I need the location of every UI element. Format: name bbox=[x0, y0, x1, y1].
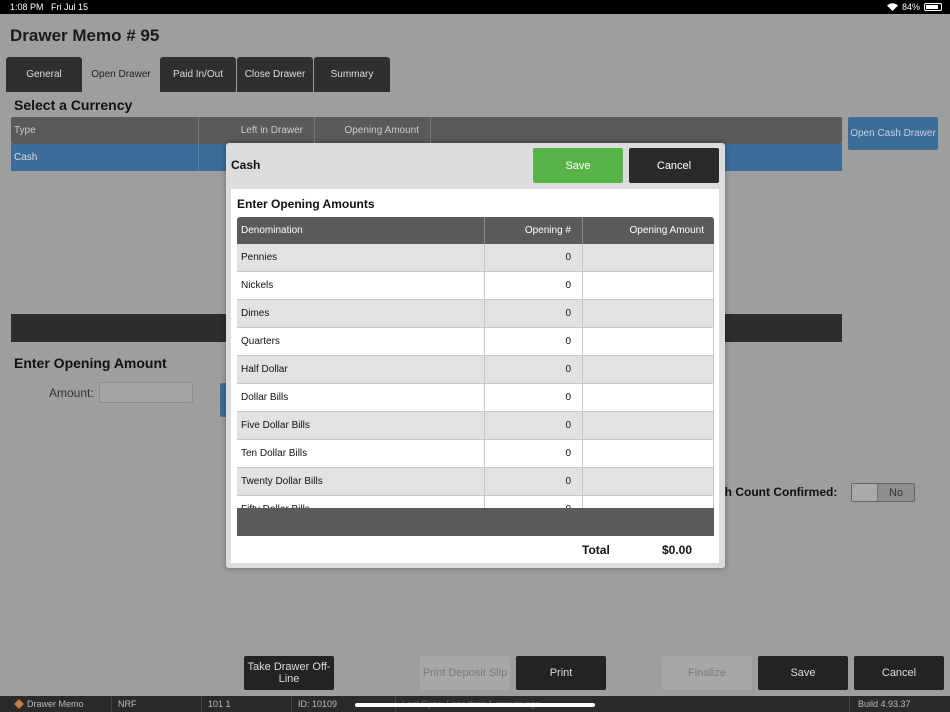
table-row[interactable]: Fifty Dollar Bills0 bbox=[237, 496, 714, 508]
amount-cell[interactable] bbox=[583, 440, 714, 467]
status-bar: 1:08 PM Fri Jul 15 84% bbox=[0, 0, 950, 14]
tab-bar: General Open Drawer Paid In/Out Close Dr… bbox=[6, 57, 390, 92]
currency-type-cell: Cash bbox=[11, 144, 199, 171]
take-drawer-offline-button[interactable]: Take Drawer Off-Line bbox=[244, 656, 334, 690]
denomination-cell: Fifty Dollar Bills bbox=[237, 496, 485, 508]
app-logo-icon bbox=[14, 699, 24, 709]
cash-count-toggle[interactable]: No bbox=[851, 483, 915, 502]
footer-build: Build 4.93.37 bbox=[858, 699, 911, 709]
denomination-cell: Quarters bbox=[237, 328, 485, 355]
denomination-table-footer bbox=[237, 508, 714, 536]
toggle-label: No bbox=[888, 486, 904, 499]
amount-cell[interactable] bbox=[583, 244, 714, 271]
modal-title: Cash bbox=[231, 158, 261, 172]
footer-app: Drawer Memo bbox=[8, 696, 112, 712]
denomination-table: Denomination Opening # Opening Amount Pe… bbox=[237, 217, 714, 536]
count-cell[interactable]: 0 bbox=[485, 328, 583, 355]
denomination-cell: Dollar Bills bbox=[237, 384, 485, 411]
table-row[interactable]: Pennies 0 bbox=[237, 244, 714, 272]
denomination-cell: Twenty Dollar Bills bbox=[237, 468, 485, 495]
modal-save-button[interactable]: Save bbox=[533, 148, 623, 183]
count-cell[interactable]: 0 bbox=[485, 440, 583, 467]
denomination-cell: Ten Dollar Bills bbox=[237, 440, 485, 467]
amount-input[interactable] bbox=[99, 382, 193, 403]
footer-app-label: Drawer Memo bbox=[27, 699, 84, 709]
denomination-cell: Dimes bbox=[237, 300, 485, 327]
wifi-icon bbox=[886, 3, 898, 11]
table-row[interactable]: Nickels 0 bbox=[237, 272, 714, 300]
table-row[interactable]: Quarters 0 bbox=[237, 328, 714, 356]
count-cell[interactable]: 0 bbox=[485, 384, 583, 411]
cancel-button[interactable]: Cancel bbox=[854, 656, 944, 690]
cash-modal: Cash Save Cancel Enter Opening Amounts D… bbox=[226, 143, 725, 568]
denomination-table-body[interactable]: Pennies 0 Nickels 0 Dimes 0 Quarters 0 Half … bbox=[237, 244, 714, 508]
table-row[interactable]: Twenty Dollar Bills 0 bbox=[237, 468, 714, 496]
save-button[interactable]: Save bbox=[758, 656, 848, 690]
column-header-opening-count: Opening # bbox=[485, 217, 583, 244]
currency-table-header: Type Left in Drawer Opening Amount bbox=[11, 117, 842, 144]
tab-summary[interactable]: Summary bbox=[314, 57, 390, 92]
amount-cell[interactable] bbox=[583, 328, 714, 355]
footer-store: NRF bbox=[112, 696, 202, 712]
opening-amount-title: Enter Opening Amount bbox=[14, 355, 167, 371]
column-header-modal-opening-amount: Opening Amount bbox=[629, 225, 705, 236]
amount-cell[interactable] bbox=[583, 272, 714, 299]
currency-section-title: Select a Currency bbox=[14, 97, 133, 113]
total-value: $0.00 bbox=[662, 543, 693, 557]
print-deposit-slip-button[interactable]: Print Deposit Slip bbox=[420, 656, 510, 690]
column-header-left-in-drawer: Left in Drawer bbox=[199, 117, 315, 144]
column-header-denomination: Denomination bbox=[237, 217, 485, 244]
count-cell[interactable]: 0 bbox=[485, 468, 583, 495]
denomination-cell: Half Dollar bbox=[237, 356, 485, 383]
count-cell[interactable]: 0 bbox=[485, 412, 583, 439]
count-cell[interactable]: 0 bbox=[485, 244, 583, 271]
count-cell[interactable]: 0 bbox=[485, 496, 583, 508]
status-time: 1:08 PM Fri Jul 15 bbox=[10, 2, 89, 12]
table-row[interactable]: Ten Dollar Bills 0 bbox=[237, 440, 714, 468]
tab-close-drawer[interactable]: Close Drawer bbox=[237, 57, 313, 92]
column-header-opening-amount: Opening Amount bbox=[315, 117, 431, 144]
amount-cell[interactable] bbox=[583, 468, 714, 495]
battery-percent: 84% bbox=[901, 2, 920, 12]
status-right: 84% bbox=[886, 2, 920, 12]
battery-icon bbox=[924, 3, 942, 11]
count-cell[interactable]: 0 bbox=[485, 272, 583, 299]
modal-body: Enter Opening Amounts Denomination Openi… bbox=[231, 189, 719, 563]
finalize-button[interactable]: Finalize bbox=[662, 656, 752, 690]
open-cash-drawer-button[interactable]: Open Cash Drawer bbox=[848, 117, 938, 150]
column-header-filler bbox=[431, 117, 842, 144]
denomination-table-header: Denomination Opening # Opening Amount bbox=[237, 217, 714, 244]
page-title: Drawer Memo # 95 bbox=[10, 26, 160, 45]
column-header-type: Type bbox=[11, 117, 199, 144]
table-row[interactable]: Dimes 0 bbox=[237, 300, 714, 328]
tab-paid-in-out[interactable]: Paid In/Out bbox=[160, 57, 236, 92]
table-row[interactable]: Half Dollar 0 bbox=[237, 356, 714, 384]
tab-general[interactable]: General bbox=[6, 57, 82, 92]
total-label: Total bbox=[582, 543, 610, 557]
count-cell[interactable]: 0 bbox=[485, 300, 583, 327]
amount-cell[interactable] bbox=[583, 412, 714, 439]
table-row[interactable]: Five Dollar Bills 0 bbox=[237, 412, 714, 440]
toggle-knob bbox=[852, 484, 878, 501]
modal-cancel-button[interactable]: Cancel bbox=[629, 148, 719, 183]
modal-subtitle: Enter Opening Amounts bbox=[237, 197, 375, 211]
amount-label: Amount: bbox=[49, 386, 94, 400]
amount-cell[interactable] bbox=[583, 384, 714, 411]
home-indicator[interactable] bbox=[355, 703, 595, 707]
tab-open-drawer[interactable]: Open Drawer bbox=[83, 57, 159, 92]
denomination-cell: Nickels bbox=[237, 272, 485, 299]
denomination-cell: Five Dollar Bills bbox=[237, 412, 485, 439]
denomination-cell: Pennies bbox=[237, 244, 485, 271]
table-row[interactable]: Dollar Bills 0 bbox=[237, 384, 714, 412]
amount-cell[interactable] bbox=[583, 496, 714, 508]
print-button[interactable]: Print bbox=[516, 656, 606, 690]
count-cell[interactable]: 0 bbox=[485, 356, 583, 383]
amount-cell[interactable] bbox=[583, 300, 714, 327]
amount-cell[interactable] bbox=[583, 356, 714, 383]
cash-count-confirmed-label: sh Count Confirmed: bbox=[718, 485, 838, 499]
footer-register: 101 1 bbox=[202, 696, 292, 712]
